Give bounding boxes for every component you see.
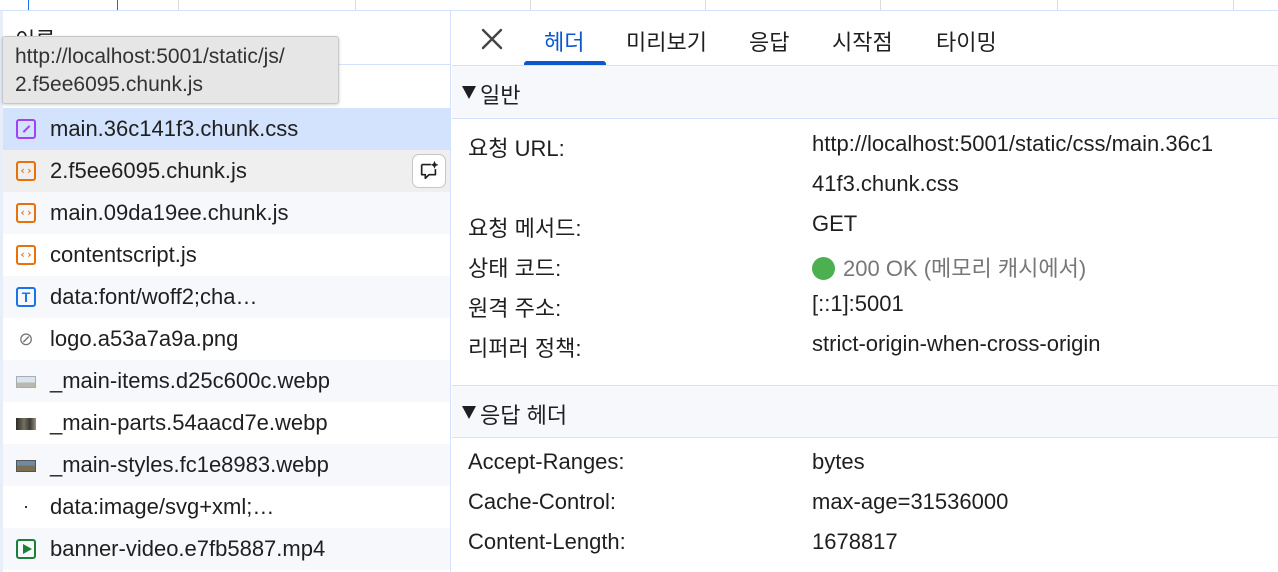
timeline-gridline <box>1233 0 1234 10</box>
ai-assistance-button[interactable] <box>412 154 446 188</box>
request-url-value: http://localhost:5001/static/css/main.36… <box>812 131 1214 156</box>
general-section-header[interactable]: 일반 <box>452 66 1278 119</box>
detail-tabbar: 헤더 미리보기 응답 시작점 타이밍 <box>452 11 1278 66</box>
request-detail-panel: 헤더 미리보기 응답 시작점 타이밍 일반 요청 URL: http://loc… <box>452 11 1278 572</box>
request-name: main.36c141f3.chunk.css <box>50 116 299 141</box>
triangle-down-icon <box>462 86 476 99</box>
svg-thumbnail-icon <box>16 497 36 517</box>
request-row[interactable]: data:image/svg+xml;… <box>3 486 450 528</box>
timeline-dom-marker <box>28 0 29 10</box>
triangle-down-icon <box>462 406 476 419</box>
request-name: data:font/woff2;cha… <box>50 284 258 309</box>
image-thumbnail-icon <box>16 418 36 430</box>
referrer-policy-value: strict-origin-when-cross-origin <box>812 331 1101 356</box>
tooltip-line-2: 2.f5ee6095.chunk.js <box>15 73 203 96</box>
request-row[interactable]: ‹› contentscript.js <box>3 234 450 276</box>
remote-address-value: [::1]:5001 <box>812 291 904 316</box>
js-file-icon: ‹› <box>16 203 36 223</box>
accept-ranges-label: Accept-Ranges: <box>468 449 625 474</box>
request-row[interactable]: ⊘ logo.a53a7a9a.png <box>3 318 450 360</box>
response-headers-title: 응답 헤더 <box>480 403 568 428</box>
link-icon: ⊘ <box>18 329 34 349</box>
timeline-gridline <box>530 0 531 10</box>
general-section-title: 일반 <box>480 83 521 108</box>
remote-address-label: 원격 주소: <box>468 296 562 321</box>
content-length-value: 1678817 <box>812 529 898 554</box>
response-headers-section-header[interactable]: 응답 헤더 <box>452 385 1278 438</box>
referrer-policy-label: 리퍼러 정책: <box>468 336 582 361</box>
timeline-gridline <box>178 0 179 10</box>
close-icon[interactable] <box>477 24 507 54</box>
timeline-gridline <box>880 0 881 10</box>
ai-sparkle-chat-icon <box>420 160 439 180</box>
tab-preview[interactable]: 미리보기 <box>626 25 707 57</box>
request-name: logo.a53a7a9a.png <box>50 326 239 351</box>
status-ok-icon <box>812 257 835 280</box>
request-row[interactable]: T data:font/woff2;cha… <box>3 276 450 318</box>
tooltip-line-1: http://localhost:5001/static/js/ <box>15 45 285 68</box>
request-row[interactable]: _main-styles.fc1e8983.webp <box>3 444 450 486</box>
request-row[interactable]: ‹› 2.f5ee6095.chunk.js <box>3 150 450 192</box>
network-timeline-strip[interactable] <box>0 0 1278 11</box>
accept-ranges-value: bytes <box>812 449 865 474</box>
request-name: 2.f5ee6095.chunk.js <box>50 158 247 183</box>
request-name: _main-parts.54aacd7e.webp <box>50 410 328 435</box>
status-code-label: 상태 코드: <box>468 256 562 281</box>
font-file-icon: T <box>16 287 36 307</box>
request-name: data:image/svg+xml;… <box>50 494 275 519</box>
timeline-gridline <box>705 0 706 10</box>
timeline-gridline <box>1057 0 1058 10</box>
tab-timing[interactable]: 타이밍 <box>936 25 997 57</box>
request-method-value: GET <box>812 211 858 236</box>
tab-headers[interactable]: 헤더 <box>544 25 584 57</box>
video-file-icon <box>16 539 36 559</box>
request-row[interactable]: _main-parts.54aacd7e.webp <box>3 402 450 444</box>
content-length-label: Content-Length: <box>468 529 626 554</box>
cache-control-label: Cache-Control: <box>468 489 616 514</box>
request-name: _main-styles.fc1e8983.webp <box>50 452 329 477</box>
image-thumbnail-icon <box>16 376 36 388</box>
request-url-label: 요청 URL: <box>468 136 565 161</box>
url-tooltip: http://localhost:5001/static/js/ 2.f5ee6… <box>2 36 339 104</box>
request-list-panel: 이름 http://localhost:5001/static/js/ 2.f5… <box>0 11 451 572</box>
request-row[interactable]: ‹› main.09da19ee.chunk.js <box>3 192 450 234</box>
js-file-icon: ‹› <box>16 245 36 265</box>
request-rows: main.36c141f3.chunk.css ‹› 2.f5ee6095.ch… <box>3 66 450 570</box>
js-file-icon: ‹› <box>16 161 36 181</box>
timeline-gridline <box>355 0 356 10</box>
request-name: _main-items.d25c600c.webp <box>50 368 331 393</box>
request-url-value-cont: 41f3.chunk.css <box>812 171 959 196</box>
css-file-icon <box>16 119 36 139</box>
cache-control-value: max-age=31536000 <box>812 489 1009 514</box>
timeline-load-marker <box>117 0 118 10</box>
request-row[interactable]: _main-items.d25c600c.webp <box>3 360 450 402</box>
status-code-value-wrap: 200 OK (메모리 캐시에서) <box>812 251 1086 283</box>
request-name: contentscript.js <box>50 242 197 267</box>
image-thumbnail-icon <box>16 460 36 472</box>
request-name: banner-video.e7fb5887.mp4 <box>50 536 326 561</box>
request-row[interactable]: banner-video.e7fb5887.mp4 <box>3 528 450 570</box>
tab-initiator[interactable]: 시작점 <box>832 25 893 57</box>
active-tab-indicator <box>524 61 606 65</box>
request-method-label: 요청 메서드: <box>468 216 582 241</box>
tab-response[interactable]: 응답 <box>749 25 789 57</box>
request-row-selected[interactable]: main.36c141f3.chunk.css <box>3 108 450 150</box>
status-code-value: 200 OK (메모리 캐시에서) <box>843 256 1087 281</box>
request-name: main.09da19ee.chunk.js <box>50 200 289 225</box>
